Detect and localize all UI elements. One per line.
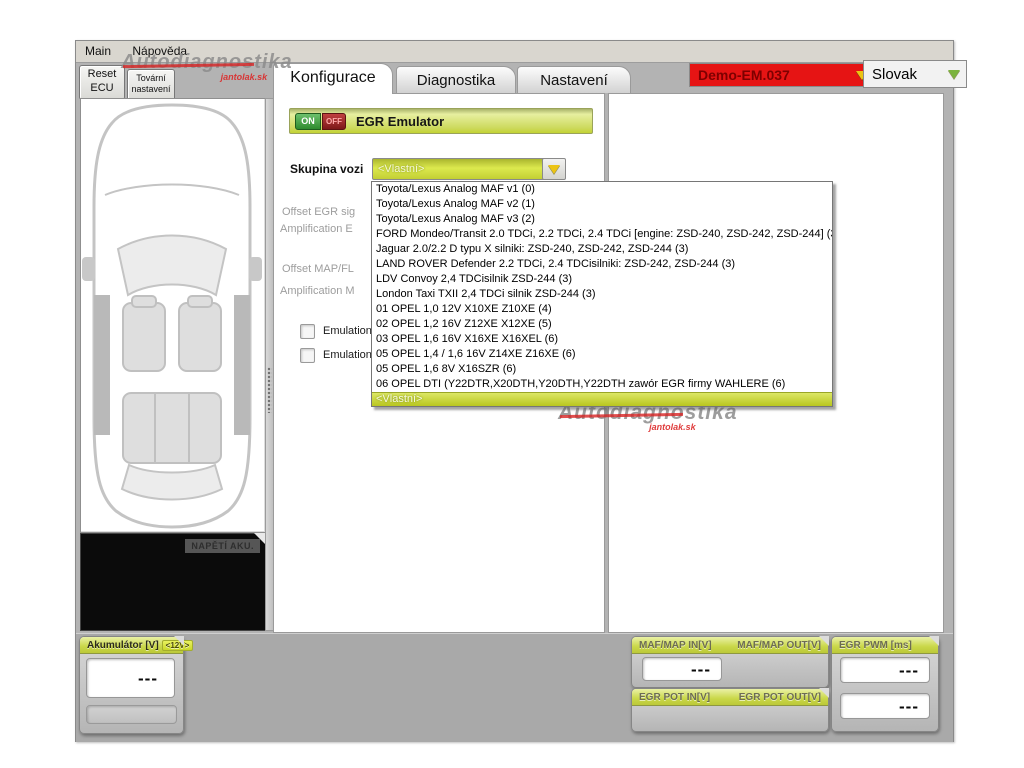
language-dropdown[interactable]: Slovak bbox=[863, 60, 967, 88]
reset-ecu-label-line2: ECU bbox=[80, 82, 124, 96]
emulation-checkbox-1[interactable] bbox=[300, 324, 315, 339]
corner-fold-icon bbox=[819, 688, 829, 698]
corner-fold-icon bbox=[174, 636, 184, 646]
maf-map-in-label: MAF/MAP IN[V] bbox=[639, 640, 712, 651]
egr-pwm-value-2: --- bbox=[840, 693, 930, 719]
battery-voltage-display: NAPĚTÍ AKU. bbox=[80, 533, 266, 631]
dropdown-item[interactable]: 06 OPEL DTI (Y22DTR,X20DTH,Y20DTH,Y22DTH… bbox=[372, 377, 832, 392]
egr-pwm-header: EGR PWM [ms] bbox=[832, 637, 938, 654]
egr-panel-title: EGR Emulator bbox=[356, 114, 444, 129]
language-label: Slovak bbox=[872, 66, 917, 83]
tab-diagnostika[interactable]: Diagnostika bbox=[396, 66, 516, 93]
vehicle-group-label: Skupina vozi bbox=[290, 162, 363, 176]
dropdown-item[interactable]: 05 OPEL 1,4 / 1,6 16V Z14XE Z16XE (6) bbox=[372, 347, 832, 362]
egr-emulator-header: ON OFF EGR Emulator bbox=[289, 108, 593, 134]
egr-pwm-panel: EGR PWM [ms] --- --- bbox=[831, 636, 939, 732]
dropdown-item-selected[interactable]: <Vlastní> bbox=[372, 392, 832, 406]
screen: Main Nápověda Reset ECU Tovární nastaven… bbox=[0, 0, 1024, 768]
emulation-checkbox-1-label: Emulation bbox=[323, 325, 372, 337]
dropdown-item[interactable]: Toyota/Lexus Analog MAF v2 (1) bbox=[372, 197, 832, 212]
battery-box-label: NAPĚTÍ AKU. bbox=[185, 539, 260, 553]
combobox-arrow-button[interactable] bbox=[542, 158, 566, 180]
version-label: Demo-EM.037 bbox=[698, 67, 790, 83]
offset-map-label: Offset MAP/FL bbox=[282, 263, 354, 275]
menu-bar: Main Nápověda bbox=[76, 41, 953, 63]
dropdown-item[interactable]: 02 OPEL 1,2 16V Z12XE X12XE (5) bbox=[372, 317, 832, 332]
dropdown-item[interactable]: London Taxi TXII 2,4 TDCi silnik ZSD-244… bbox=[372, 287, 832, 302]
factory-label-line1: Tovární bbox=[128, 73, 174, 84]
akumulator-bar bbox=[86, 705, 177, 724]
car-top-view-icon bbox=[81, 99, 263, 530]
version-dropdown[interactable]: Demo-EM.037 bbox=[689, 63, 875, 87]
corner-fold-icon bbox=[929, 636, 939, 646]
tab-konfigurace[interactable]: Konfigurace bbox=[273, 63, 393, 94]
splitter-grip-icon bbox=[267, 367, 272, 413]
reset-ecu-button[interactable]: Reset ECU bbox=[79, 65, 125, 100]
egr-on-off-toggle[interactable]: ON OFF bbox=[295, 113, 346, 130]
menu-item-main[interactable]: Main bbox=[76, 41, 120, 58]
on-button[interactable]: ON bbox=[295, 113, 321, 130]
language-dropdown-arrow-icon bbox=[948, 70, 960, 79]
akumulator-title: Akumulátor [V] bbox=[87, 640, 159, 651]
dropdown-item[interactable]: FORD Mondeo/Transit 2.0 TDCi, 2.2 TDCi, … bbox=[372, 227, 832, 242]
dropdown-item[interactable]: Jaguar 2.0/2.2 D typu X silniki: ZSD-240… bbox=[372, 242, 832, 257]
dropdown-item[interactable]: 01 OPEL 1,0 12V X10XE Z10XE (4) bbox=[372, 302, 832, 317]
akumulator-header: Akumulátor [V] <12V> bbox=[80, 637, 183, 654]
egr-pot-panel: EGR POT IN[V] EGR POT OUT[V] bbox=[631, 688, 829, 732]
dropdown-item[interactable]: 03 OPEL 1,6 16V X16XE X16XEL (6) bbox=[372, 332, 832, 347]
egr-pwm-title: EGR PWM [ms] bbox=[839, 640, 912, 651]
off-button[interactable]: OFF bbox=[322, 113, 346, 130]
corner-fold-icon bbox=[819, 636, 829, 646]
watermark-underline bbox=[123, 63, 254, 68]
factory-label-line2: nastavení bbox=[128, 84, 174, 95]
maf-map-panel: MAF/MAP IN[V] MAF/MAP OUT[V] --- bbox=[631, 636, 829, 688]
maf-map-header: MAF/MAP IN[V] MAF/MAP OUT[V] bbox=[632, 637, 828, 654]
dropdown-item[interactable]: 05 OPEL 1,6 8V X16SZR (6) bbox=[372, 362, 832, 377]
egr-pot-out-label: EGR POT OUT[V] bbox=[739, 692, 821, 703]
offset-egr-label: Offset EGR sig bbox=[282, 206, 355, 218]
reset-ecu-label-line1: Reset bbox=[80, 68, 124, 82]
status-strip: Akumulátor [V] <12V> --- MAF/MAP IN[V] M… bbox=[76, 633, 953, 742]
dropdown-item[interactable]: LDV Convoy 2,4 TDCisilnik ZSD-244 (3) bbox=[372, 272, 832, 287]
maf-map-in-value: --- bbox=[642, 657, 722, 681]
egr-pot-in-label: EGR POT IN[V] bbox=[639, 692, 710, 703]
watermark-domain: jantolak.sk bbox=[221, 72, 268, 82]
akumulator-panel: Akumulátor [V] <12V> --- bbox=[79, 636, 184, 734]
vehicle-group-dropdown-list: Toyota/Lexus Analog MAF v1 (0) Toyota/Le… bbox=[371, 181, 833, 407]
amplification-map-label: Amplification M bbox=[280, 285, 355, 297]
dropdown-item[interactable]: Toyota/Lexus Analog MAF v1 (0) bbox=[372, 182, 832, 197]
amplification-egr-label: Amplification E bbox=[280, 223, 353, 235]
app-window: Main Nápověda Reset ECU Tovární nastaven… bbox=[75, 40, 954, 742]
egr-pot-header: EGR POT IN[V] EGR POT OUT[V] bbox=[632, 689, 828, 706]
menu-item-napoveda[interactable]: Nápověda bbox=[123, 41, 196, 58]
car-view-panel bbox=[80, 98, 266, 533]
dropdown-item[interactable]: Toyota/Lexus Analog MAF v3 (2) bbox=[372, 212, 832, 227]
emulation-checkbox-2-label: Emulation bbox=[323, 349, 372, 361]
egr-pwm-value-1: --- bbox=[840, 657, 930, 683]
akumulator-value: --- bbox=[86, 658, 175, 698]
dropdown-item[interactable]: LAND ROVER Defender 2.2 TDCi, 2.4 TDCisi… bbox=[372, 257, 832, 272]
tab-nastaveni[interactable]: Nastavení bbox=[517, 66, 631, 93]
maf-map-out-label: MAF/MAP OUT[V] bbox=[737, 640, 821, 651]
emulation-checkbox-2[interactable] bbox=[300, 348, 315, 363]
vehicle-group-combobox[interactable]: <Vlastní> bbox=[372, 158, 547, 180]
combobox-arrow-icon bbox=[548, 165, 560, 174]
